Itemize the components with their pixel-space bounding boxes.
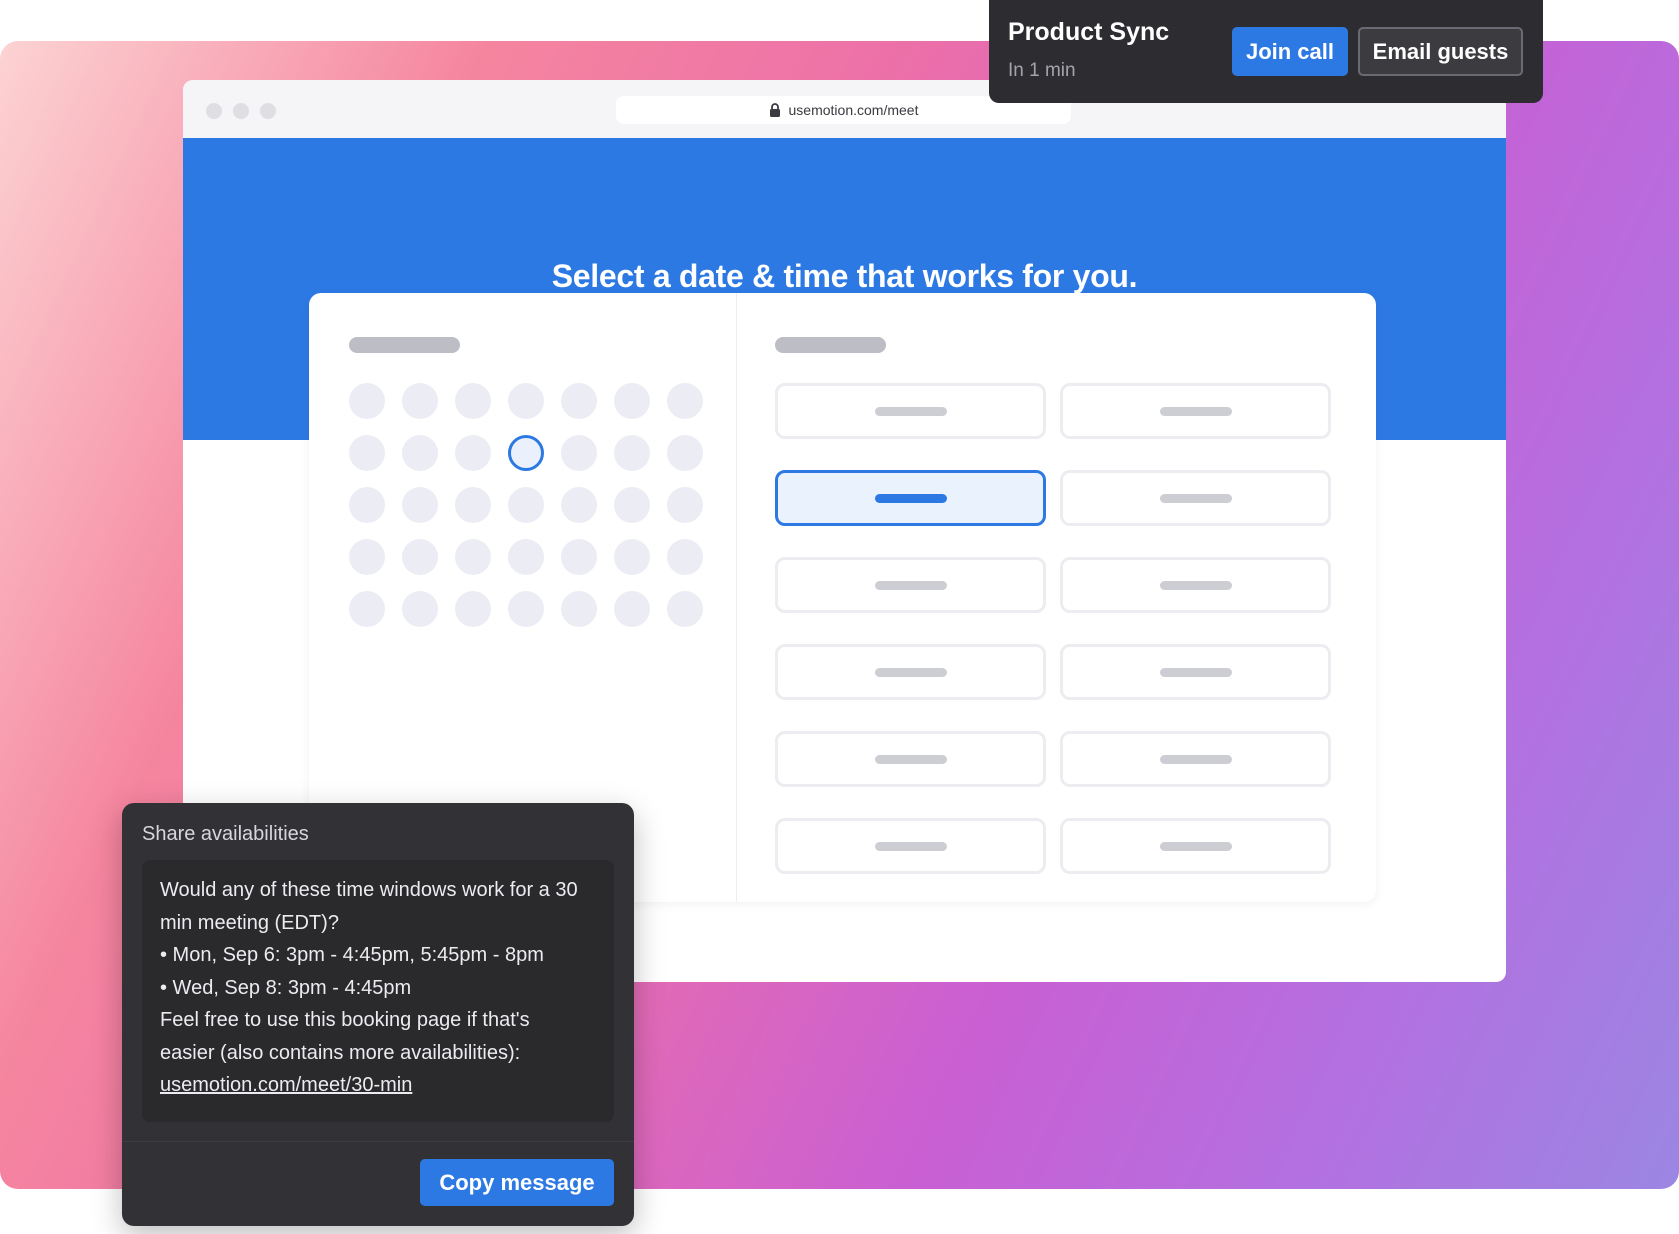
time-slot-label-placeholder xyxy=(874,754,947,764)
calendar-day[interactable] xyxy=(561,435,597,471)
calendar-day[interactable] xyxy=(508,539,544,575)
time-slot[interactable] xyxy=(775,731,1046,787)
slots-heading-placeholder xyxy=(775,337,886,353)
calendar-day[interactable] xyxy=(402,539,438,575)
message-line: Would any of these time windows work for… xyxy=(160,879,578,901)
email-guests-button[interactable]: Email guests xyxy=(1358,27,1523,76)
meeting-countdown: In 1 min xyxy=(1008,60,1076,81)
share-message-box[interactable]: Would any of these time windows work for… xyxy=(142,860,614,1122)
time-slot-selected[interactable] xyxy=(775,470,1046,526)
calendar-day[interactable] xyxy=(455,435,491,471)
lock-icon xyxy=(769,103,781,117)
calendar-day[interactable] xyxy=(614,383,650,419)
panel-footer-divider xyxy=(122,1141,634,1142)
time-slot-label-placeholder xyxy=(874,493,947,503)
url-text: usemotion.com/meet xyxy=(788,102,919,118)
time-slot[interactable] xyxy=(775,557,1046,613)
calendar-day[interactable] xyxy=(349,487,385,523)
time-slot-label-placeholder xyxy=(874,841,947,851)
calendar-day[interactable] xyxy=(455,539,491,575)
calendar-day[interactable] xyxy=(455,487,491,523)
share-availabilities-panel: Share availabilities Would any of these … xyxy=(122,803,634,1226)
calendar-day[interactable] xyxy=(614,487,650,523)
calendar-day[interactable] xyxy=(402,487,438,523)
join-call-button[interactable]: Join call xyxy=(1232,27,1348,76)
calendar-day[interactable] xyxy=(402,383,438,419)
calendar-day[interactable] xyxy=(455,383,491,419)
window-minimize-dot[interactable] xyxy=(233,103,249,119)
time-slot[interactable] xyxy=(1060,731,1331,787)
calendar-heading-placeholder xyxy=(349,337,460,353)
calendar-day[interactable] xyxy=(614,539,650,575)
calendar-day[interactable] xyxy=(614,591,650,627)
time-slot-label-placeholder xyxy=(1159,667,1232,677)
meeting-title: Product Sync xyxy=(1008,18,1170,46)
message-line: Feel free to use this booking page if th… xyxy=(160,1009,530,1031)
calendar-day[interactable] xyxy=(614,435,650,471)
calendar-day[interactable] xyxy=(561,591,597,627)
calendar-day[interactable] xyxy=(349,435,385,471)
card-divider xyxy=(736,293,737,902)
window-close-dot[interactable] xyxy=(206,103,222,119)
time-slot-label-placeholder xyxy=(1159,841,1232,851)
time-slot[interactable] xyxy=(775,818,1046,874)
calendar-day[interactable] xyxy=(349,383,385,419)
window-maximize-dot[interactable] xyxy=(260,103,276,119)
time-slot-label-placeholder xyxy=(874,580,947,590)
calendar-day-selected[interactable] xyxy=(508,435,544,471)
booking-link[interactable]: usemotion.com/meet/30-min xyxy=(160,1074,412,1096)
message-line: easier (also contains more availabilitie… xyxy=(160,1041,521,1064)
time-slot[interactable] xyxy=(1060,818,1331,874)
message-line: min meeting (EDT)? xyxy=(160,911,339,934)
time-slot[interactable] xyxy=(1060,557,1331,613)
calendar-day[interactable] xyxy=(667,539,703,575)
time-slot[interactable] xyxy=(1060,383,1331,439)
page-title: Select a date & time that works for you. xyxy=(551,258,1138,294)
message-line: • Wed, Sep 8: 3pm - 4:45pm xyxy=(160,976,412,999)
copy-message-button[interactable]: Copy message xyxy=(420,1159,614,1206)
calendar-day[interactable] xyxy=(561,383,597,419)
calendar-day[interactable] xyxy=(561,539,597,575)
calendar-day[interactable] xyxy=(402,591,438,627)
calendar-day[interactable] xyxy=(455,591,491,627)
calendar-day[interactable] xyxy=(349,539,385,575)
calendar-day[interactable] xyxy=(508,383,544,419)
time-slot-label-placeholder xyxy=(1159,493,1232,503)
calendar-day[interactable] xyxy=(667,383,703,419)
message-line: • Mon, Sep 6: 3pm - 4:45pm, 5:45pm - 8pm xyxy=(160,944,544,966)
calendar-day[interactable] xyxy=(402,435,438,471)
time-slot[interactable] xyxy=(1060,644,1331,700)
time-slot-label-placeholder xyxy=(874,406,947,416)
calendar-day[interactable] xyxy=(349,591,385,627)
time-slot-label-placeholder xyxy=(1159,580,1232,590)
time-slot[interactable] xyxy=(1060,470,1331,526)
calendar-day[interactable] xyxy=(561,487,597,523)
calendar-day[interactable] xyxy=(508,487,544,523)
time-slot[interactable] xyxy=(775,383,1046,439)
time-slot[interactable] xyxy=(775,644,1046,700)
meeting-notification: Product Sync In 1 min Join call Email gu… xyxy=(989,0,1543,103)
time-slot-label-placeholder xyxy=(1159,754,1232,764)
calendar-day[interactable] xyxy=(667,591,703,627)
calendar-day[interactable] xyxy=(667,487,703,523)
time-slot-label-placeholder xyxy=(874,667,947,677)
share-panel-title: Share availabilities xyxy=(142,823,309,845)
time-slot-label-placeholder xyxy=(1159,406,1232,416)
calendar-day[interactable] xyxy=(667,435,703,471)
calendar-day[interactable] xyxy=(508,591,544,627)
